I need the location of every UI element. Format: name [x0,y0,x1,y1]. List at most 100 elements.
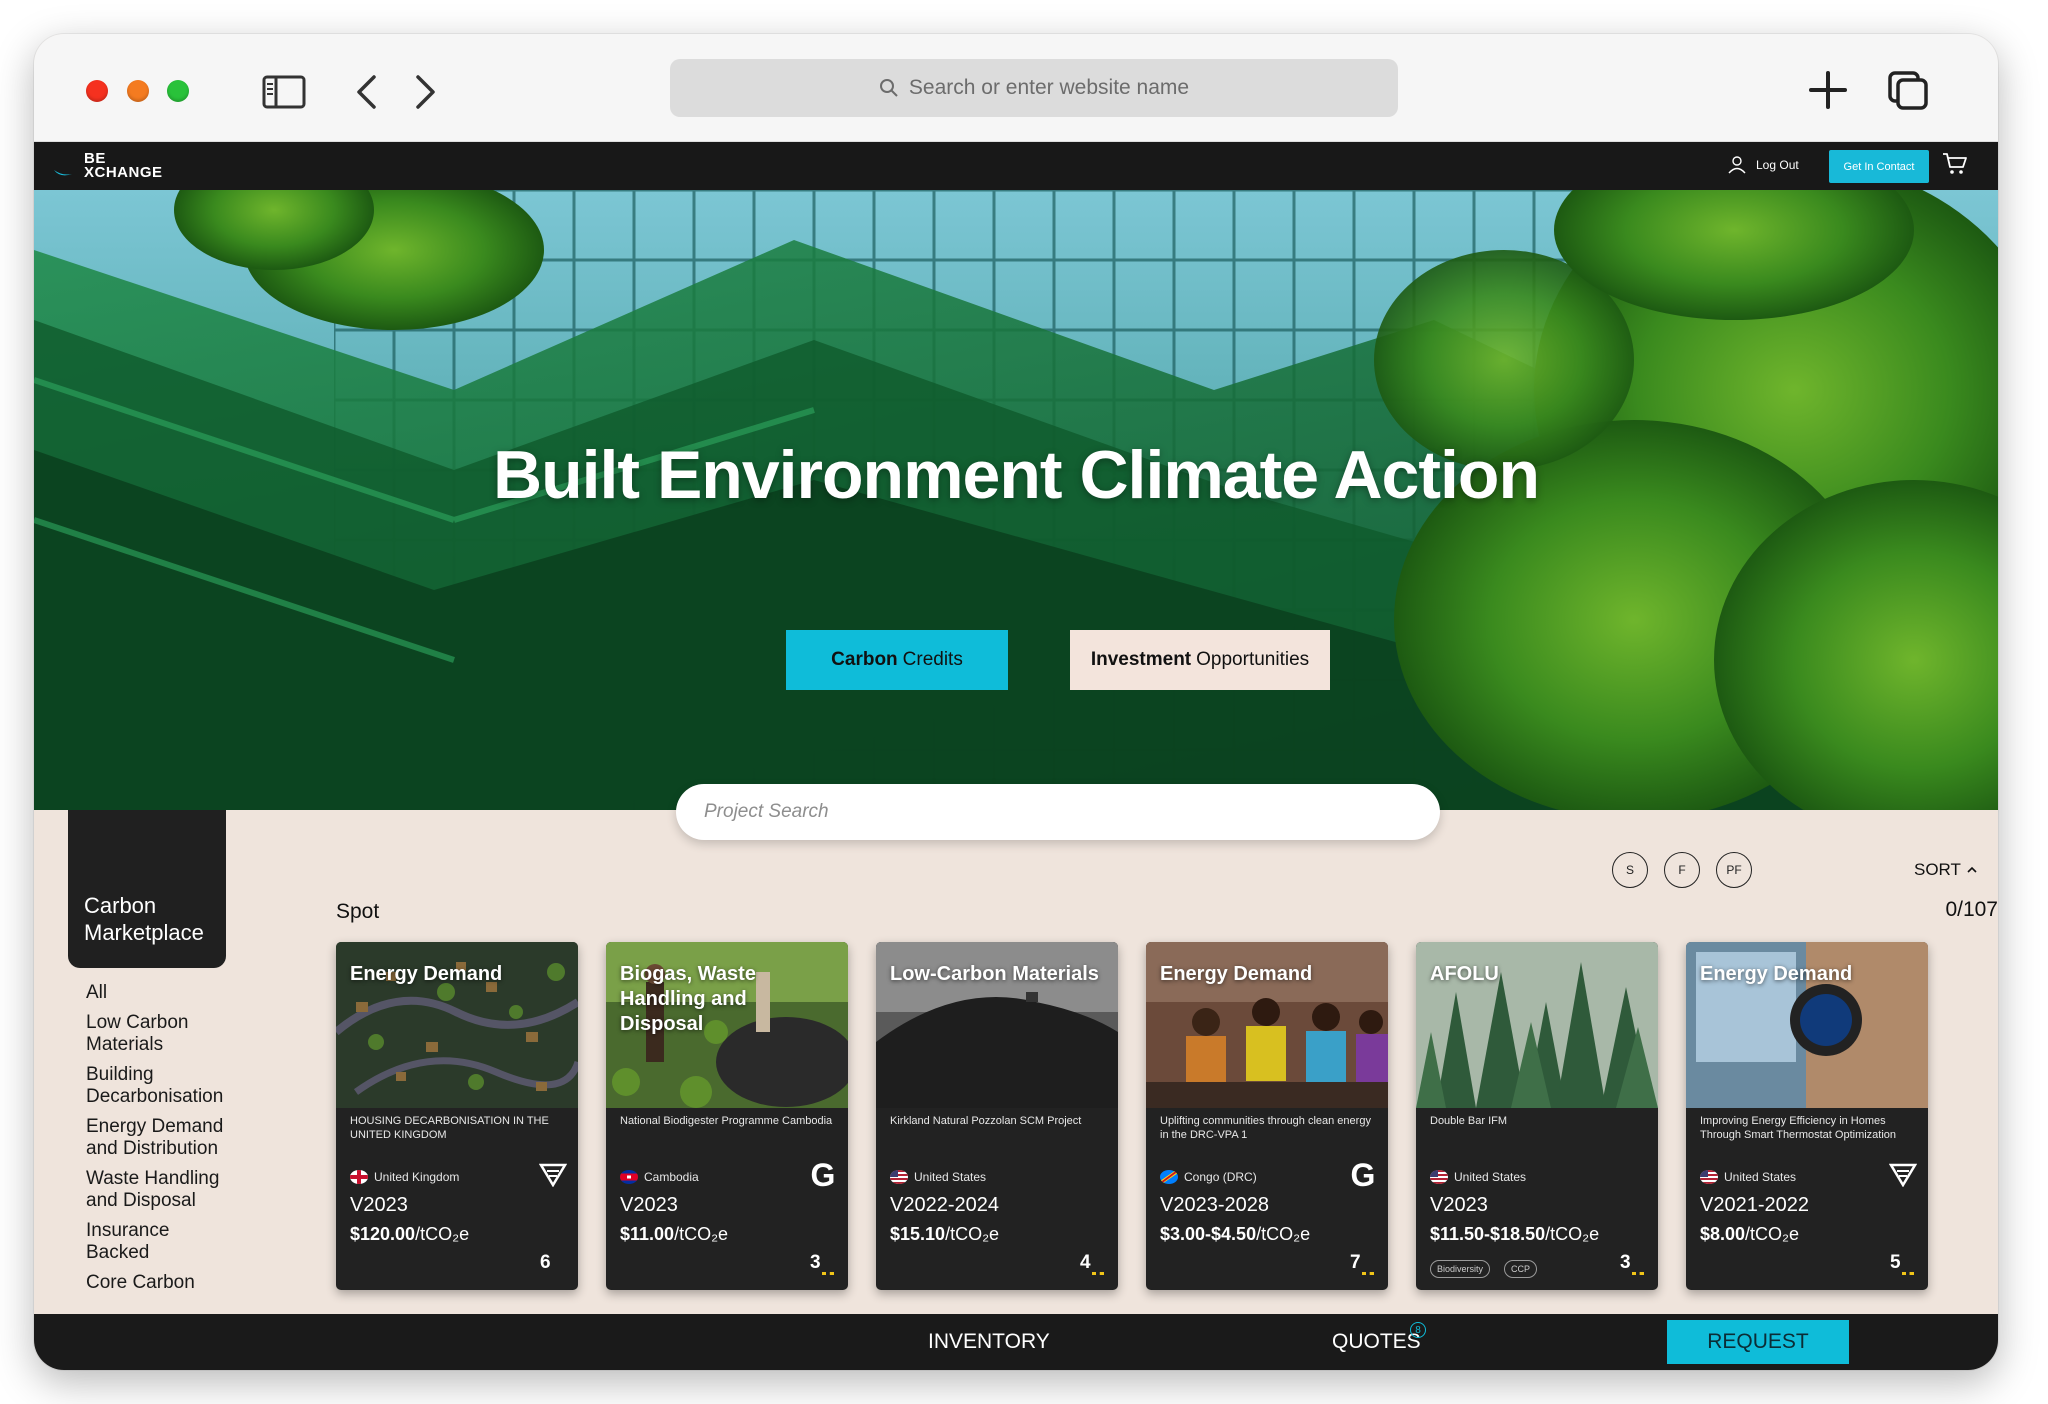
forward-arrow-icon[interactable] [404,72,448,112]
project-card[interactable]: Energy Demand HOUSING DECARBONISATION IN… [336,942,578,1290]
card-quantity: 5 [1890,1252,1901,1273]
verra-logo-icon [1886,1158,1920,1192]
request-button[interactable]: REQUEST [1667,1320,1849,1364]
sidebar-item-low-carbon-materials[interactable]: Low Carbon Materials [86,1012,276,1056]
section-label: Spot [336,900,380,923]
project-card[interactable]: Energy Demand Uplifting communities thro… [1146,942,1388,1290]
card-status-dots [1362,1272,1374,1275]
tab-quotes[interactable]: QUOTES [1332,1330,1421,1354]
new-tab-plus-icon[interactable] [1806,70,1850,110]
sidebar-heading: Carbon Marketplace [68,810,226,968]
card-price: $15.10/tCO₂e [890,1224,999,1245]
bexchange-logo[interactable]: BE XCHANGE [52,151,163,180]
card-vintage: V2023-2028 [1160,1194,1269,1216]
card-status-dots [1632,1272,1644,1275]
filter-f-button[interactable]: F [1664,852,1700,888]
card-type: AFOLU [1430,963,1499,985]
carbon-credits-button[interactable]: Carbon Credits [786,630,1008,690]
filter-s-button[interactable]: S [1612,852,1648,888]
card-price: $11.00/tCO₂e [620,1224,728,1245]
card-project-name: Improving Energy Efficiency in Homes Thr… [1700,1115,1897,1141]
investment-rest: Opportunities [1196,649,1310,670]
card-vintage: V2023 [620,1194,678,1216]
us-flag-icon [890,1170,908,1184]
uk-flag-icon [350,1170,368,1184]
gold-standard-logo-icon: G [1350,1156,1376,1193]
card-price-value: $120.00 [350,1224,416,1244]
card-quantity: 6 [540,1252,551,1273]
carbon-credits-rest: Credits [902,649,963,670]
card-country-label: United Kingdom [374,1170,460,1184]
card-country: United Kingdom [350,1170,459,1184]
sidebar-heading-line-2: Marketplace [84,920,204,945]
search-icon [879,79,898,97]
minimize-window-button[interactable] [127,80,149,102]
tab-overview-icon[interactable] [1886,70,1930,110]
bottom-action-bar: INVENTORY QUOTES 8 REQUEST [34,1314,1998,1370]
card-country-label: United States [914,1170,987,1184]
tab-inventory[interactable]: INVENTORY [928,1330,1050,1354]
site-header: BE XCHANGE Log Out Get In Contact [34,142,1998,190]
investment-bold: Investment [1090,649,1192,670]
card-country: United States [890,1170,986,1184]
browser-toolbar: Search or enter website name [34,34,1998,142]
project-card[interactable]: Biogas, Waste Handling and Disposal Nati… [606,942,848,1290]
card-vintage: V2021-2022 [1700,1194,1809,1216]
card-quantity: 7 [1350,1252,1361,1273]
card-price-unit: /tCO₂e [1256,1224,1311,1244]
sidebar-item-core-carbon[interactable]: Core Carbon [86,1272,276,1294]
card-price-unit: /tCO₂e [674,1224,729,1244]
card-project-name: National Biodigester Programme Cambodia [620,1115,833,1127]
sidebar-item-energy-demand[interactable]: Energy Demand and Distribution [86,1116,276,1160]
chevron-up-icon [1967,866,1977,873]
sidebar-item-all[interactable]: All [86,982,276,1004]
card-status-dots [822,1272,834,1275]
sidebar-item-insurance-backed[interactable]: Insurance Backed [86,1220,276,1264]
card-status-dots [1902,1272,1914,1275]
ccp-tag: CCP [1504,1260,1538,1278]
card-vintage: V2022-2024 [890,1194,999,1216]
hero-banner: Built Environment Climate Action Carbon … [34,190,1998,810]
cambodia-flag-icon [620,1170,638,1184]
card-country: Congo (DRC) [1160,1170,1257,1184]
biodiversity-tag: Biodiversity [1430,1260,1491,1278]
back-arrow-icon[interactable] [344,72,388,112]
filter-pf-button[interactable]: PF [1716,852,1752,888]
card-price-value: $11.50-$18.50 [1430,1224,1546,1244]
maximize-window-button[interactable] [167,80,189,102]
card-project-name: Double Bar IFM [1430,1115,1508,1127]
sidebar-heading-line-1: Carbon [84,893,157,918]
sort-button[interactable]: SORT [1914,860,1977,880]
get-in-contact-button[interactable]: Get In Contact [1829,150,1929,183]
close-window-button[interactable] [86,80,108,102]
verra-logo-icon [536,1158,570,1192]
card-project-name: Uplifting communities through clean ener… [1160,1115,1371,1141]
project-card[interactable]: Low-Carbon Materials Kirkland Natural Po… [876,942,1118,1290]
gold-standard-logo-icon: G [810,1156,836,1193]
logout-link[interactable]: Log Out [1728,156,1799,174]
card-type: Low-Carbon Materials [890,963,1099,985]
project-card[interactable]: Energy Demand Improving Energy Efficienc… [1686,942,1928,1290]
sidebar-item-building-decarbonisation[interactable]: Building Decarbonisation [86,1064,276,1108]
card-type: Energy Demand [1700,963,1853,985]
project-search-input[interactable]: Project Search [676,784,1440,840]
quotes-count-badge: 8 [1410,1322,1426,1338]
card-type: Biogas, Waste Handling and Disposal [620,963,756,1035]
investment-opportunities-button[interactable]: Investment Opportunities [1070,630,1330,690]
us-flag-icon [1430,1170,1448,1184]
logout-label: Log Out [1756,158,1799,172]
card-country: United States [1700,1170,1796,1184]
hero-title: Built Environment Climate Action [492,437,1540,513]
card-price: $8.00/tCO₂e [1700,1224,1799,1245]
cart-icon[interactable] [1942,152,1968,181]
card-price: $3.00-$4.50/tCO₂e [1160,1224,1310,1245]
moon-logo-icon [54,168,78,178]
result-count: 0/107 [1945,898,1998,921]
us-flag-icon [1700,1170,1718,1184]
card-type: Energy Demand [350,963,503,985]
address-bar[interactable]: Search or enter website name [670,59,1398,117]
project-card[interactable]: AFOLU Double Bar IFM United States V2023… [1416,942,1658,1290]
category-list: All Low Carbon Materials Building Decarb… [86,982,276,1302]
sidebar-item-waste-handling[interactable]: Waste Handling and Disposal [86,1168,276,1212]
sidebar-toggle-icon[interactable] [262,72,306,112]
